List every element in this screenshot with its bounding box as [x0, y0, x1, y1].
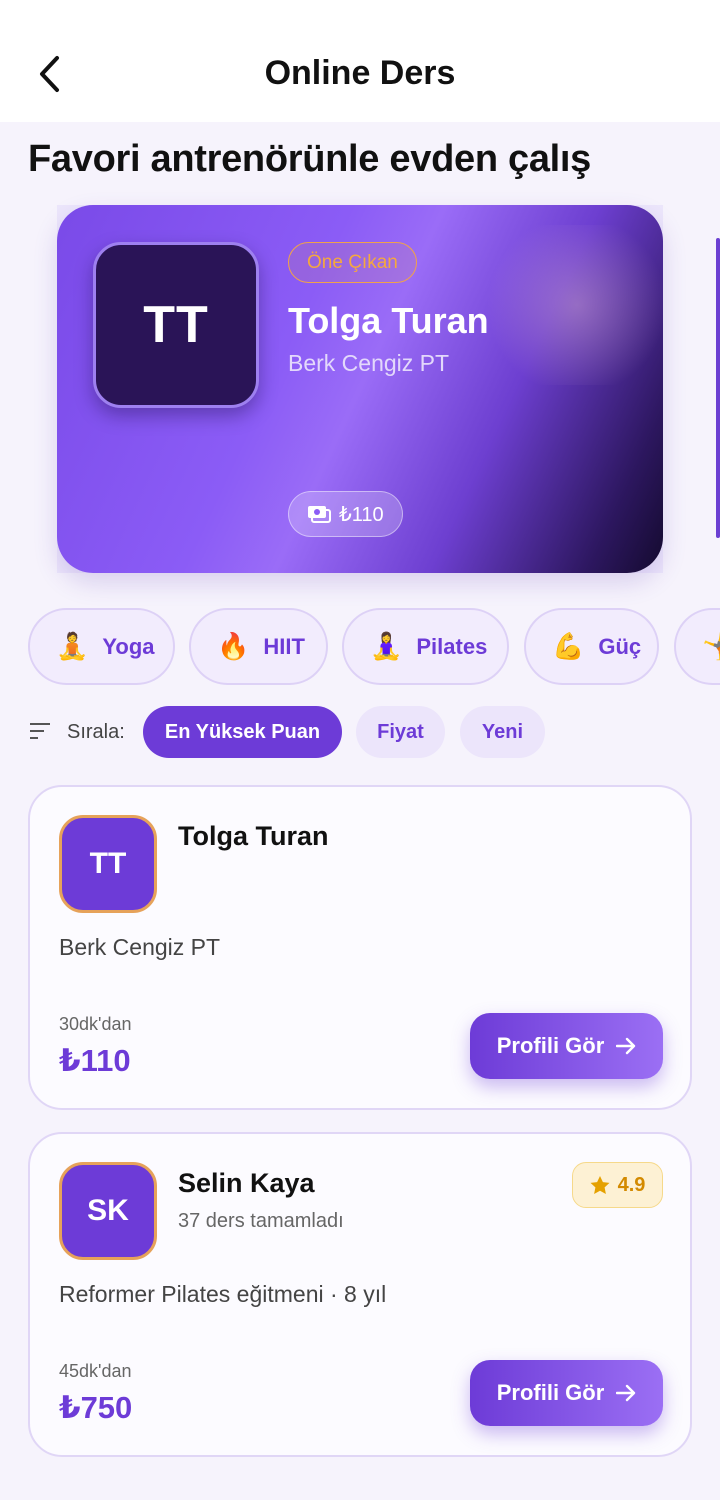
sort-row: Sırala: En Yüksek Puan Fiyat Yeni [30, 706, 720, 758]
featured-name: Tolga Turan [288, 300, 489, 341]
featured-badge: Öne Çıkan [288, 242, 417, 283]
sort-option-top-rated[interactable]: En Yüksek Puan [143, 706, 342, 758]
view-profile-button[interactable]: Profili Gör [470, 1013, 663, 1079]
trainer-duration: 45dk'dan [59, 1361, 132, 1381]
chip-guc[interactable]: 💪 Güç [524, 608, 659, 685]
trainer-price: ₺750 [59, 1390, 133, 1425]
gymnastics-icon: 🤸 [702, 631, 720, 661]
star-icon [590, 1175, 610, 1194]
trainer-card[interactable]: SK Selin Kaya 37 ders tamamladı 4.9 Refo… [28, 1132, 692, 1457]
trainer-lessons: 37 ders tamamladı [178, 1210, 344, 1232]
rating-badge: 4.9 [572, 1162, 663, 1208]
muscle-icon: 💪 [552, 631, 585, 661]
avatar: TT [59, 815, 157, 913]
chip-label: Pilates [416, 633, 488, 659]
app-title: Online Ders [264, 54, 456, 92]
trainer-name: Tolga Turan [178, 821, 329, 851]
next-featured-card-peek[interactable] [716, 238, 720, 538]
trainer-price: ₺110 [59, 1043, 131, 1078]
button-label: Profili Gör [496, 1033, 605, 1058]
cash-icon [308, 506, 331, 523]
chip-pilates[interactable]: 🧘‍♀️ Pilates [342, 608, 509, 685]
chip-yoga[interactable]: 🧘 Yoga [28, 608, 175, 685]
top-bar: Online Ders [0, 0, 720, 122]
featured-subtitle: Berk Cengiz PT [288, 350, 450, 376]
featured-price: ₺110 [339, 503, 384, 526]
sort-lines-icon [30, 723, 50, 739]
sort-label: Sırala: [67, 721, 125, 743]
chip-more[interactable]: 🤸 [674, 608, 720, 685]
featured-card-wrapper: TT Öne Çıkan Tolga Turan Berk Cengiz PT … [57, 205, 663, 573]
trainer-duration: 30dk'dan [59, 1014, 132, 1034]
page-heading: Favori antrenörünle evden çalış [28, 138, 592, 180]
pilates-icon: 🧘‍♀️ [370, 631, 403, 661]
arrow-right-icon [616, 1384, 636, 1402]
view-profile-button[interactable]: Profili Gör [470, 1360, 663, 1426]
yoga-icon: 🧘 [56, 631, 89, 661]
sort-option-new[interactable]: Yeni [460, 706, 545, 758]
featured-avatar: TT [93, 242, 259, 408]
featured-price-badge: ₺110 [288, 491, 403, 537]
chip-label: HIIT [263, 633, 305, 659]
chip-hiit[interactable]: 🔥 HIIT [189, 608, 328, 685]
category-chips: 🧘 Yoga 🔥 HIIT 🧘‍♀️ Pilates 💪 Güç 🤸 [28, 608, 720, 686]
arrow-right-icon [616, 1037, 636, 1055]
trainer-description: Berk Cengiz PT [59, 934, 221, 960]
sort-option-price[interactable]: Fiyat [356, 706, 445, 758]
featured-trainer-card[interactable]: TT Öne Çıkan Tolga Turan Berk Cengiz PT … [57, 205, 663, 573]
avatar: SK [59, 1162, 157, 1260]
chip-label: Yoga [102, 633, 155, 659]
trainer-description: Reformer Pilates eğitmeni · 8 yıl [59, 1281, 387, 1307]
trainer-card[interactable]: TT Tolga Turan Berk Cengiz PT 30dk'dan ₺… [28, 785, 692, 1110]
rating-value: 4.9 [617, 1173, 646, 1196]
button-label: Profili Gör [496, 1380, 605, 1405]
fire-icon: 🔥 [217, 631, 250, 661]
trainer-name: Selin Kaya [178, 1168, 315, 1198]
chip-label: Güç [598, 633, 642, 659]
